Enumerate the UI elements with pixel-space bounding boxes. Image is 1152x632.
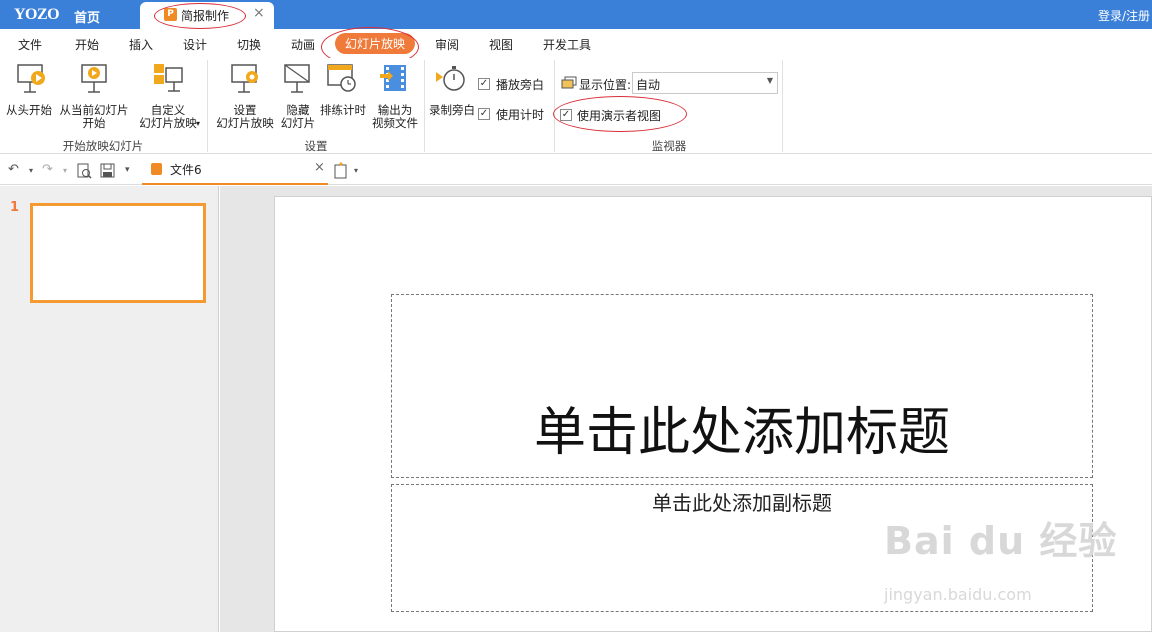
custom-show-label-line2: 幻灯片放映 [139,116,197,130]
rehearse-timing-label: 排练计时 [320,103,366,117]
menu-home[interactable]: 开始 [75,36,99,53]
setup-show-button[interactable]: 设置 幻灯片放映 [212,62,278,132]
menu-bar: 文件 开始 插入 设计 切换 动画 幻灯片放映 审阅 视图 开发工具 [0,29,1152,58]
menu-view[interactable]: 视图 [489,36,513,53]
use-timing-label: 使用计时 [496,108,545,122]
close-icon[interactable]: × [253,5,265,21]
chevron-down-icon[interactable]: ▾ [63,166,67,175]
customize-toolbar-icon[interactable]: ▾ [125,165,130,175]
menu-animations[interactable]: 动画 [291,36,315,53]
projector-play-icon [17,64,45,93]
file-tab[interactable]: 文件6 × [142,155,328,185]
slide-thumbnails-pane: 1 [0,186,219,632]
setup-show-label-line2: 幻灯片放映 [216,116,274,130]
title-placeholder[interactable]: 单击此处添加标题 [391,294,1093,478]
ribbon-separator [782,60,783,152]
display-position-value: 自动 [636,78,661,92]
slide-canvas[interactable]: 单击此处添加标题 单击此处添加副标题 [274,196,1152,632]
close-icon[interactable]: × [314,160,325,175]
yozo-logo: YOZO [14,6,60,23]
menu-file[interactable]: 文件 [18,36,42,53]
display-position-select[interactable]: 自动 ▼ [632,72,778,94]
hide-slide-button[interactable]: 隐藏 幻灯片 [278,62,318,132]
chevron-down-icon[interactable]: ▾ [354,166,358,175]
group-label-start-show: 开始放映幻灯片 [62,139,144,153]
from-start-button[interactable]: 从头开始 [2,62,56,132]
menu-insert[interactable]: 插入 [129,36,153,53]
title-placeholder-text: 单击此处添加标题 [533,403,950,463]
annotation-ellipse [553,96,687,132]
ribbon-separator [554,60,555,152]
new-document-icon[interactable] [333,162,349,179]
home-tab[interactable]: 首页 [74,7,100,26]
group-label-settings: 设置 [304,139,328,153]
watermark-brand: Bai du 经验 [884,519,1118,563]
menu-developer[interactable]: 开发工具 [543,36,591,53]
chevron-down-icon[interactable]: ▾ [29,166,33,175]
record-narration-button[interactable]: 录制旁白 [426,62,478,132]
rehearse-clock-icon [327,64,356,92]
presentation-file-icon [151,163,162,175]
menu-transitions[interactable]: 切换 [237,36,261,53]
file-tab-label: 文件6 [170,163,202,177]
slide-thumbnail[interactable] [30,203,206,303]
annotation-ellipse [154,3,246,29]
quick-access-toolbar: ↶ ▾ ↷ ▾ ▾ 文件6 × ▾ [0,155,1152,185]
rehearse-timing-button[interactable]: 排练计时 [318,62,368,132]
hide-slide-label-line2: 幻灯片 [280,116,316,130]
redo-icon[interactable]: ↷ [42,162,53,177]
menu-review[interactable]: 审阅 [435,36,459,53]
hide-slide-icon [284,64,310,93]
monitor-icon [561,76,577,89]
export-video-label-line2: 视频文件 [372,116,418,130]
projector-gear-icon [231,64,258,93]
save-icon[interactable] [100,163,116,179]
custom-show-icon [154,64,183,92]
record-narration-label: 录制旁白 [429,103,475,117]
from-current-label-line2: 开始 [82,116,106,130]
from-current-button[interactable]: 从当前幻灯片 开始 [56,62,132,132]
custom-show-button[interactable]: 自定义 幻灯片放映 ▾ [132,62,204,132]
undo-icon[interactable]: ↶ [8,162,19,177]
print-preview-icon[interactable] [76,163,92,179]
play-narration-label: 播放旁白 [496,78,545,92]
film-icon [380,65,406,91]
slide-number: 1 [10,200,20,215]
menu-design[interactable]: 设计 [183,36,207,53]
chevron-down-icon: ▾ [196,119,201,128]
play-narration-checkbox[interactable]: ✓ [478,78,490,90]
projector-play-icon [81,64,107,93]
group-label-monitor: 监视器 [651,139,687,153]
watermark-url: jingyan.baidu.com [884,585,1032,604]
export-video-button[interactable]: 输出为 视频文件 [368,62,422,132]
stopwatch-icon [436,66,465,91]
use-timing-checkbox[interactable]: ✓ [478,108,490,120]
display-position-label: 显示位置: [579,78,632,92]
login-link[interactable]: 登录/注册 [1098,7,1150,24]
chevron-down-icon: ▼ [766,76,773,85]
from-start-label: 从头开始 [6,103,52,117]
slide-editor: 单击此处添加标题 单击此处添加副标题 [220,186,1152,632]
ribbon-separator [424,60,425,152]
